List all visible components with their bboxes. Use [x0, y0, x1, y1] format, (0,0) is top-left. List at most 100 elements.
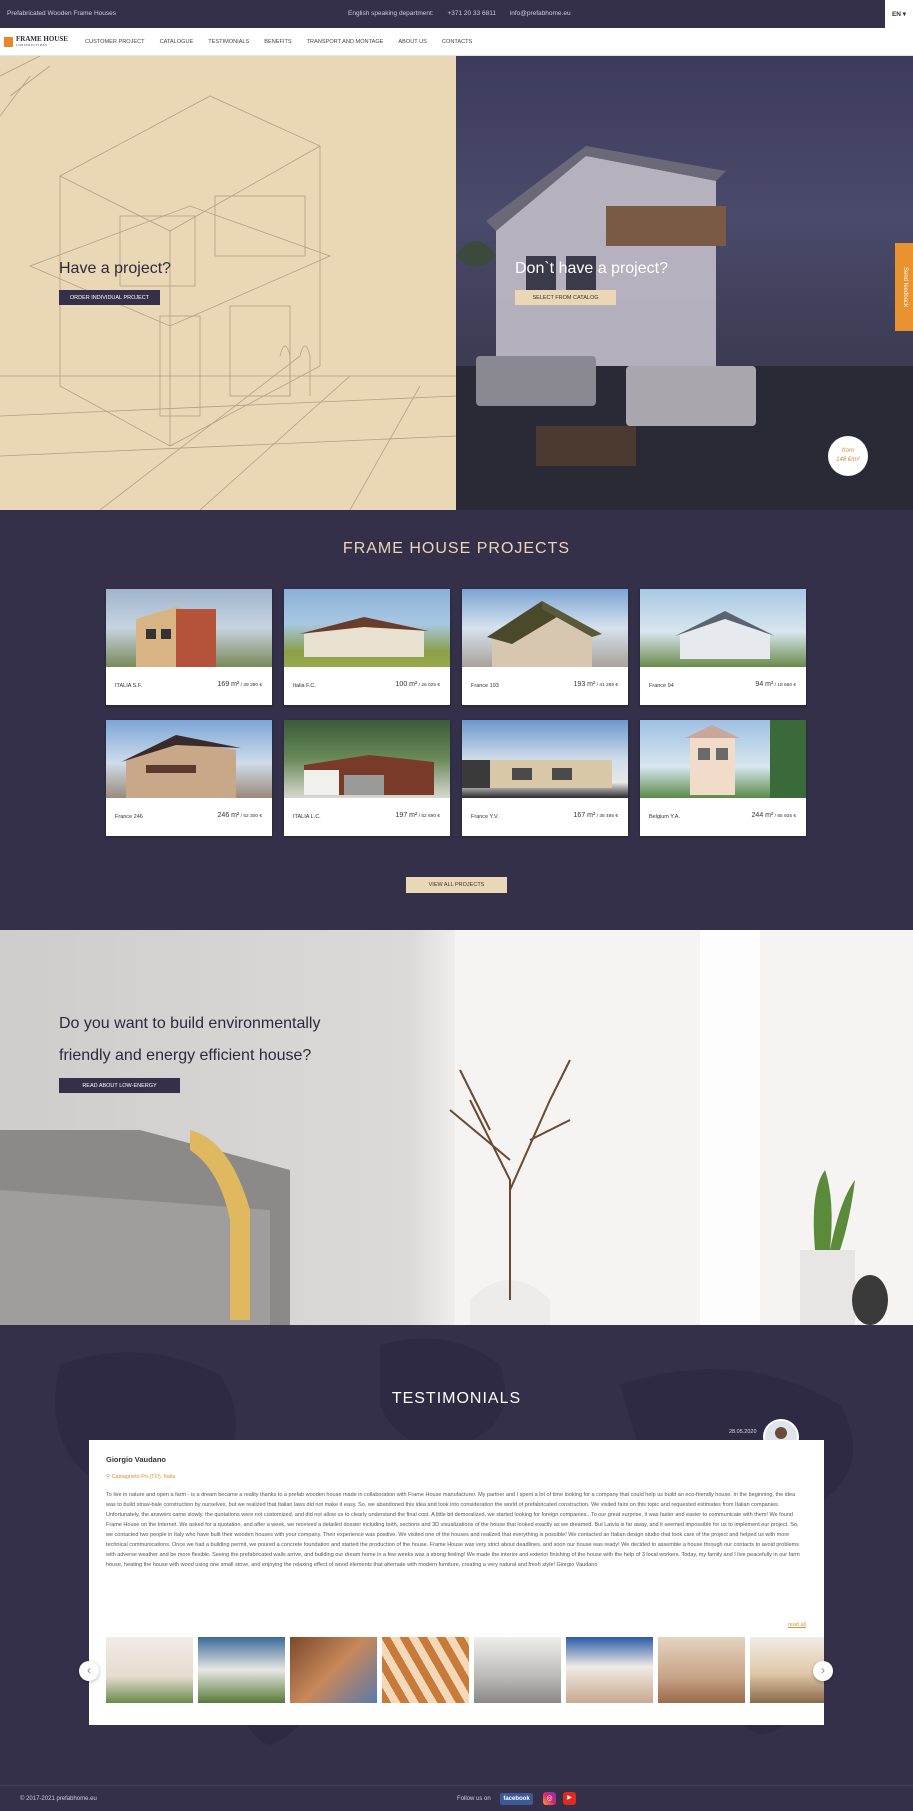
project-card[interactable]: Italia F.C. 100 m² / 26 025 € — [284, 589, 450, 705]
gallery-thumbnail[interactable] — [566, 1637, 653, 1703]
project-card[interactable]: ITALIA L.C. 197 m² / 52 690 € — [284, 720, 450, 836]
project-image — [284, 720, 450, 798]
project-image — [284, 589, 450, 667]
footer: © 2017-2021 prefabhome.eu Follow us on f… — [0, 1785, 913, 1811]
view-all-projects-button[interactable]: VIEW ALL PROJECTS — [406, 877, 507, 893]
hero-left-title: Have a project? — [59, 260, 172, 277]
send-feedback-tab[interactable]: Send feedback — [895, 243, 913, 331]
project-area: 94 m² — [755, 681, 774, 688]
select-from-catalog-button[interactable]: SELECT FROM CATALOG — [515, 290, 616, 305]
project-name: Italia F.C. — [293, 683, 316, 689]
testimonial-date: 28.05.2020 — [729, 1429, 757, 1435]
testimonials-title: TESTIMONIALS — [391, 1390, 522, 1407]
copyright: © 2017-2021 prefabhome.eu — [20, 1796, 97, 1802]
read-all-link[interactable]: read all — [788, 1622, 806, 1628]
site-tagline: Prefabricated Wooden Frame Houses — [7, 10, 116, 17]
project-name: ITALIA S.F. — [115, 683, 143, 689]
gallery-thumbnail[interactable] — [382, 1637, 469, 1703]
menu-item-customer-project[interactable]: CUSTOMER PROJECT — [85, 39, 145, 45]
follow-us-label: Follow us on — [457, 1796, 491, 1802]
gallery-thumbnail[interactable] — [658, 1637, 745, 1703]
price-badge-from: from — [842, 448, 854, 454]
menu-item-catalogue[interactable]: CATALOGUE — [160, 39, 194, 45]
menu-item-contacts[interactable]: CONTACTS — [442, 39, 472, 45]
menu: CUSTOMER PROJECT CATALOGUE TESTIMONIALS … — [85, 39, 487, 45]
hero-right-title: Don`t have a project? — [515, 260, 668, 277]
testimonial-author: Giorgio Vaudano — [106, 1455, 167, 1464]
department-label: English speaking department: — [348, 10, 434, 17]
project-area: 244 m² — [751, 812, 774, 819]
logo[interactable]: FRAME HOUSE CONSTRUCTIONS — [4, 35, 68, 49]
project-image — [640, 720, 806, 798]
location-text: Castagneto Po (TO), Italia — [111, 1474, 176, 1480]
project-card[interactable]: France 246 246 m² / 52 300 € — [106, 720, 272, 836]
project-area: 167 m² — [573, 812, 596, 819]
project-area: 197 m² — [395, 812, 418, 819]
testimonial-location: ⚲ Castagneto Po (TO), Italia — [106, 1474, 175, 1480]
phone-link[interactable]: +371 20 33 6811 — [447, 10, 496, 17]
menu-item-about[interactable]: ABOUT US — [398, 39, 427, 45]
gallery-next-button[interactable]: › — [813, 1661, 833, 1681]
hero: Have a project? ORDER INDIVIDUAL PROJECT… — [0, 56, 913, 510]
project-image — [640, 589, 806, 667]
project-price: / 52 300 € — [239, 814, 262, 819]
top-contacts: English speaking department: +371 20 33 … — [348, 10, 583, 17]
gallery-thumbnail[interactable] — [106, 1637, 193, 1703]
house-sketch-illustration — [0, 56, 456, 510]
eco-section: Do you want to build environmentally fri… — [0, 930, 913, 1325]
testimonial-card: Giorgio Vaudano ⚲ Castagneto Po (TO), It… — [89, 1440, 824, 1725]
order-individual-project-button[interactable]: ORDER INDIVIDUAL PROJECT — [59, 290, 160, 305]
top-bar: Prefabricated Wooden Frame Houses Englis… — [0, 0, 913, 28]
hero-left-panel: Have a project? ORDER INDIVIDUAL PROJECT — [0, 56, 456, 510]
project-area: 100 m² — [395, 681, 418, 688]
interior-photo — [0, 930, 913, 1325]
price-badge-value: 148 €/m² — [836, 457, 860, 463]
projects-title: FRAME HOUSE PROJECTS — [342, 540, 571, 557]
project-name: France 193 — [471, 683, 499, 689]
project-card[interactable]: France 193 193 m² / 41 285 € — [462, 589, 628, 705]
main-nav: FRAME HOUSE CONSTRUCTIONS CUSTOMER PROJEC… — [0, 28, 913, 56]
project-name: France Y.V. — [471, 814, 499, 820]
instagram-icon[interactable]: ◎ — [543, 1792, 556, 1805]
read-low-energy-button[interactable]: READ ABOUT LOW-ENERGY — [59, 1078, 180, 1093]
logo-icon — [4, 37, 13, 47]
project-card[interactable]: France Y.V. 167 m² / 38 495 € — [462, 720, 628, 836]
project-image — [462, 720, 628, 798]
project-area: 246 m² — [217, 812, 240, 819]
project-price: / 26 025 € — [417, 683, 440, 688]
menu-item-testimonials[interactable]: TESTIMONIALS — [208, 39, 249, 45]
language-selector[interactable]: EN ▾ — [885, 0, 913, 28]
gallery-prev-button[interactable]: ‹ — [79, 1661, 99, 1681]
project-card[interactable]: Belgium Y.A. 244 m² / 65 925 € — [640, 720, 806, 836]
gallery-thumbnail[interactable] — [474, 1637, 561, 1703]
project-area: 169 m² — [217, 681, 240, 688]
project-card[interactable]: ITALIA S.F. 169 m² / 39 390 € — [106, 589, 272, 705]
gallery-thumbnail[interactable] — [290, 1637, 377, 1703]
project-price: / 39 390 € — [239, 683, 262, 688]
gallery-thumbnail[interactable] — [198, 1637, 285, 1703]
project-card[interactable]: France 94 94 m² / 18 660 € — [640, 589, 806, 705]
project-area: 193 m² — [573, 681, 596, 688]
project-price: / 41 285 € — [595, 683, 618, 688]
project-image — [106, 720, 272, 798]
project-name: Belgium Y.A. — [649, 814, 680, 820]
menu-item-benefits[interactable]: BENEFITS — [264, 39, 291, 45]
project-price: / 38 495 € — [595, 814, 618, 819]
testimonial-text: To live in nature and open a farm - is a… — [106, 1492, 800, 1568]
testimonial-gallery — [106, 1637, 824, 1703]
project-price: / 52 690 € — [417, 814, 440, 819]
project-price: / 65 925 € — [773, 814, 796, 819]
project-image — [106, 589, 272, 667]
facebook-icon[interactable]: facebook — [500, 1793, 533, 1805]
projects-section: FRAME HOUSE PROJECTS ITALIA S.F. 169 m² … — [0, 510, 913, 930]
menu-item-transport[interactable]: TRANSPORT AND MONTAGE — [307, 39, 384, 45]
project-name: ITALIA L.C. — [293, 814, 321, 820]
youtube-icon[interactable]: ▶ — [563, 1792, 576, 1805]
project-name: France 246 — [115, 814, 143, 820]
project-price: / 18 660 € — [773, 683, 796, 688]
testimonials-section: TESTIMONIALS 28.05.2020 Giorgio Vaudano … — [0, 1325, 913, 1785]
project-image — [462, 589, 628, 667]
price-badge: from 148 €/m² — [828, 436, 868, 476]
email-link[interactable]: info@prefabhome.eu — [510, 10, 571, 17]
eco-title: Do you want to build environmentally fri… — [59, 1015, 321, 1064]
